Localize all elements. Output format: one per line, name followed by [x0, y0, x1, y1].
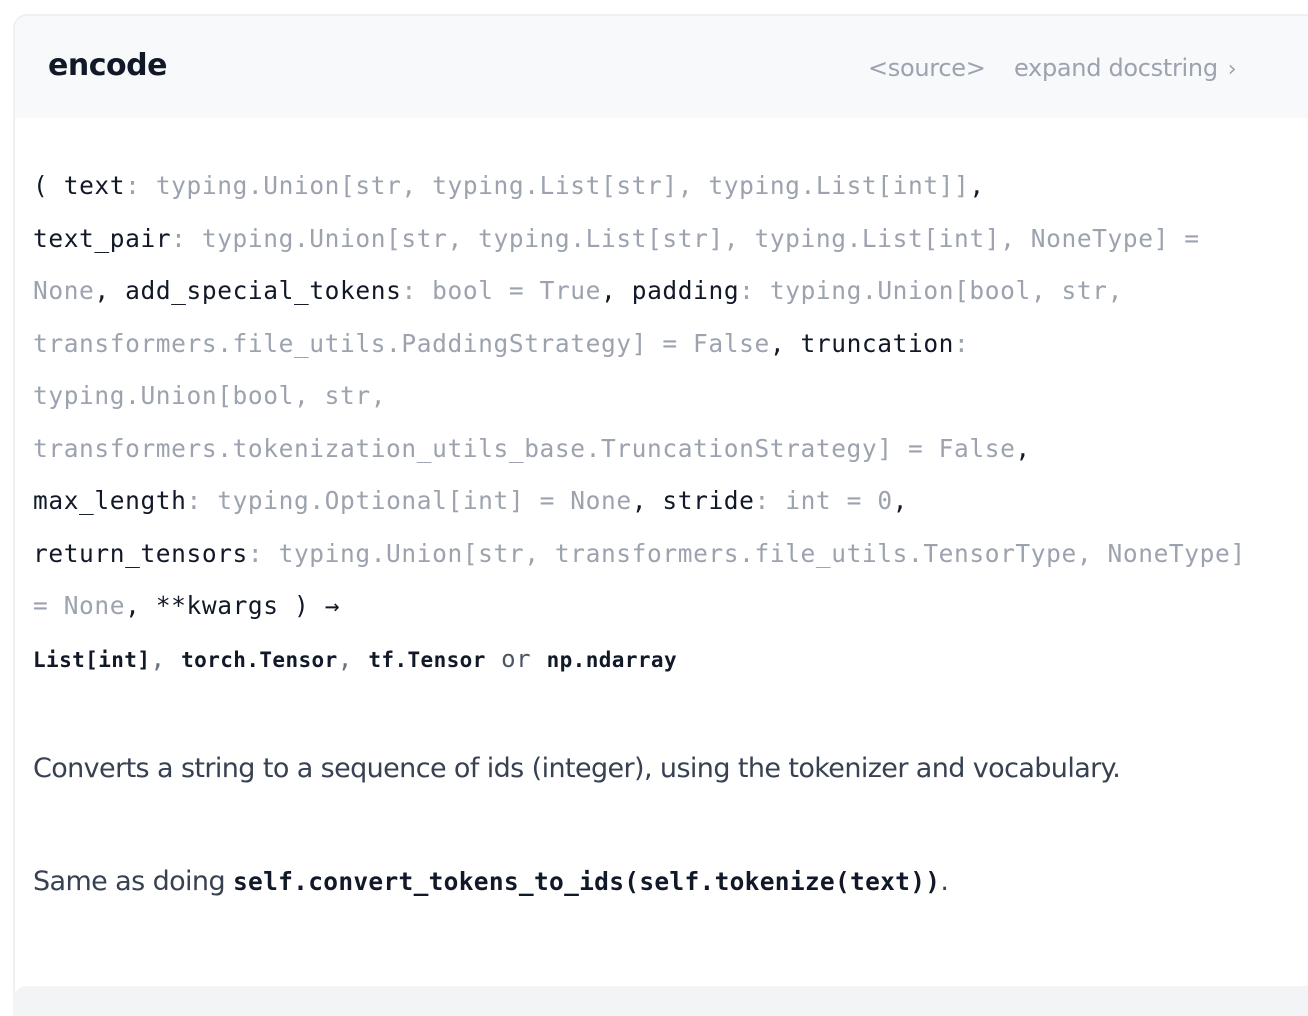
description-text: Same as doing: [33, 866, 233, 897]
open-paren: (: [33, 171, 49, 200]
description-line: Same as doing self.convert_tokens_to_ids…: [33, 866, 949, 897]
param-name: max_length: [33, 486, 187, 515]
param-name: add_special_tokens: [125, 276, 402, 305]
expand-docstring-button[interactable]: expand docstring ›: [1014, 54, 1237, 82]
return-type: torch.Tensor: [181, 647, 338, 672]
param-sep: ,: [601, 276, 617, 305]
close-paren: ): [294, 591, 310, 620]
param-sep: ,: [1015, 433, 1031, 463]
param-name: **kwargs: [155, 591, 279, 620]
param-sep: ,: [94, 276, 110, 305]
param-sep: ,: [969, 171, 985, 200]
param-sep: ,: [769, 328, 786, 358]
return-type: List[int]: [33, 647, 151, 672]
function-name: encode: [48, 48, 167, 83]
param-name: padding: [631, 276, 740, 305]
param-annotation: : int = 0: [754, 486, 893, 515]
next-docstring-card: [13, 986, 1308, 1016]
function-signature: ( text: typing.Union[str, typing.List[st…: [33, 160, 1253, 686]
description-text: .: [940, 866, 949, 897]
chevron-right-icon: ›: [1227, 57, 1237, 82]
return-sep: ,: [150, 643, 166, 673]
source-link[interactable]: <source>: [868, 54, 986, 82]
return-or: or: [501, 644, 532, 673]
param-name: truncation: [800, 328, 955, 358]
param-sep: ,: [892, 486, 909, 515]
param-sep: ,: [125, 591, 141, 620]
expand-docstring-label: expand docstring: [1014, 54, 1218, 82]
param-sep: ,: [631, 486, 648, 515]
param-name: text_pair: [33, 223, 172, 253]
param-name: return_tensors: [33, 538, 248, 568]
param-annotation: : typing.Union[str, typing.List[str], ty…: [125, 171, 970, 200]
return-type: tf.Tensor: [368, 647, 486, 672]
return-type: np.ndarray: [546, 647, 678, 672]
param-name: stride: [662, 486, 755, 515]
docstring-header: encode <source> expand docstring ›: [15, 16, 1308, 118]
return-arrow: →: [324, 591, 341, 620]
param-annotation: : bool = True: [401, 276, 601, 305]
description-line: Converts a string to a sequence of ids (…: [33, 753, 1121, 784]
inline-code: self.convert_tokens_to_ids(self.tokenize…: [232, 867, 941, 896]
param-name: text: [63, 171, 126, 200]
param-annotation: : typing.Optional[int] = None: [186, 486, 632, 515]
return-sep: ,: [337, 643, 353, 673]
